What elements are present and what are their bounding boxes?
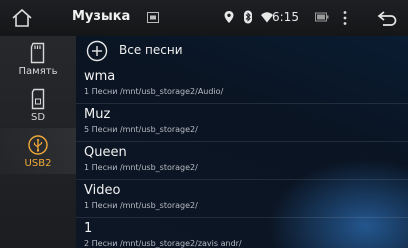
add-icon xyxy=(86,40,108,62)
folder-name: wma xyxy=(84,69,116,84)
sd-card-icon xyxy=(31,88,45,109)
sidebar-item-label: USB2 xyxy=(24,157,52,169)
folder-info: 1 Песни /mnt/usb_storage2/Audio/ xyxy=(84,87,224,96)
sidebar-item-memory[interactable]: Память xyxy=(0,36,76,82)
folder-item[interactable]: Queen 1 Песни /mnt/usb_storage2/ xyxy=(76,142,408,180)
folder-info: 1 Песни /mnt/usb_storage2/ xyxy=(84,201,198,210)
home-icon[interactable] xyxy=(10,6,34,30)
folder-item[interactable]: wma 1 Песни /mnt/usb_storage2/Audio/ xyxy=(76,66,408,104)
usb-icon xyxy=(28,134,48,155)
sidebar-item-usb2[interactable]: USB2 xyxy=(0,128,76,174)
more-menu-icon[interactable] xyxy=(342,10,348,26)
folder-name: Queen xyxy=(84,145,127,160)
all-songs-button[interactable]: Все песни xyxy=(76,36,408,66)
location-icon xyxy=(224,11,234,23)
bluetooth-icon xyxy=(244,10,252,24)
folder-item[interactable]: Video 1 Песни /mnt/usb_storage2/ xyxy=(76,180,408,218)
folder-name: Video xyxy=(84,183,121,198)
sidebar-item-label: Память xyxy=(18,65,58,77)
sidebar-item-sd[interactable]: SD xyxy=(0,82,76,128)
back-icon[interactable] xyxy=(376,8,398,28)
folder-item[interactable]: 1 2 Песни /mnt/usb_storage2/zavis andr/ xyxy=(76,218,408,248)
status-icons xyxy=(222,10,274,24)
sidebar-item-label: SD xyxy=(30,111,46,123)
folder-info: 2 Песни /mnt/usb_storage2/zavis andr/ xyxy=(84,239,242,248)
sd-card-icon xyxy=(30,42,45,63)
folder-info: 5 Песни /mnt/usb_storage2/ xyxy=(84,125,198,134)
folder-info: 1 Песни /mnt/usb_storage2/ xyxy=(84,163,198,172)
source-sidebar: Память SD USB2 xyxy=(0,36,76,248)
folder-item[interactable]: Muz 5 Песни /mnt/usb_storage2/ xyxy=(76,104,408,142)
battery-icon xyxy=(315,12,329,22)
all-songs-label: Все песни xyxy=(119,43,183,57)
clock: 6:15 xyxy=(272,10,299,24)
status-bar: Музыка 6:15 xyxy=(0,0,408,36)
folder-name: Muz xyxy=(84,107,111,122)
song-folder-list: Все песни wma 1 Песни /mnt/usb_storage2/… xyxy=(76,36,408,248)
folder-name: 1 xyxy=(84,221,93,236)
image-notification-icon xyxy=(147,12,159,23)
app-title: Музыка xyxy=(72,9,131,24)
